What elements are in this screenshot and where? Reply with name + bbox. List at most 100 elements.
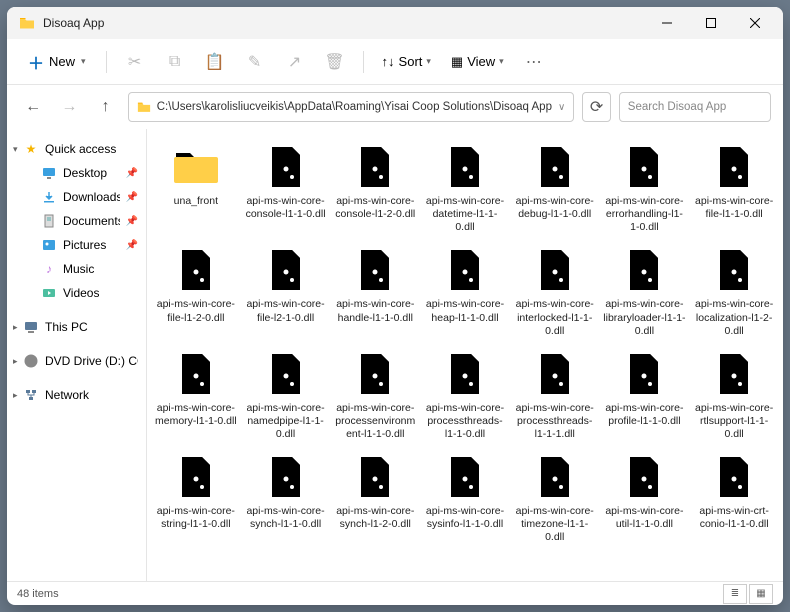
address-bar: ← → ↑ C:\Users\karolisliucveikis\AppData… xyxy=(7,85,783,129)
forward-button: → xyxy=(55,91,83,123)
chevron-right-icon[interactable]: ▸ xyxy=(13,322,23,333)
file-item[interactable]: api-ms-win-core-datetime-l1-1-0.dll xyxy=(420,139,510,238)
file-item[interactable]: api-ms-win-core-processenvironment-l1-1-… xyxy=(330,346,420,445)
chevron-down-icon: ▾ xyxy=(499,56,504,67)
picture-icon xyxy=(41,237,57,253)
file-item[interactable]: api-ms-win-core-processthreads-l1-1-0.dl… xyxy=(420,346,510,445)
file-name: api-ms-win-core-processthreads-l1-1-0.dl… xyxy=(423,402,507,441)
dll-file-icon xyxy=(620,453,668,501)
view-button[interactable]: ▦ View ▾ xyxy=(443,48,512,76)
rename-icon: ✎ xyxy=(237,44,273,80)
plus-icon: ＋ xyxy=(29,55,43,69)
dll-file-icon xyxy=(710,143,758,191)
file-item[interactable]: api-ms-win-core-debug-l1-1-0.dll xyxy=(510,139,600,238)
nav-documents[interactable]: Documents📌 xyxy=(7,209,146,233)
search-input[interactable]: Search Disoaq App xyxy=(619,92,771,122)
file-item[interactable]: api-ms-win-core-synch-l1-1-0.dll xyxy=(241,449,331,548)
file-name: api-ms-win-core-libraryloader-l1-1-0.dll xyxy=(602,298,686,337)
file-item[interactable]: api-ms-win-core-file-l1-1-0.dll xyxy=(689,139,779,238)
chevron-down-icon[interactable]: ▾ xyxy=(13,144,23,155)
refresh-button[interactable]: ⟳ xyxy=(582,92,610,122)
nav-label: Pictures xyxy=(63,238,106,252)
status-bar: 48 items ≣ ▦ xyxy=(7,581,783,605)
close-button[interactable] xyxy=(733,8,777,38)
minimize-button[interactable] xyxy=(645,8,689,38)
nav-label: This PC xyxy=(45,320,88,334)
file-name: api-ms-win-core-timezone-l1-1-0.dll xyxy=(513,505,597,544)
dll-file-icon xyxy=(531,143,579,191)
file-item[interactable]: api-ms-win-core-handle-l1-1-0.dll xyxy=(330,242,420,341)
file-item[interactable]: api-ms-win-core-localization-l1-2-0.dll xyxy=(689,242,779,341)
nav-quick-access[interactable]: ▾ ★ Quick access xyxy=(7,137,146,161)
nav-this-pc[interactable]: ▸ This PC xyxy=(7,315,146,339)
path-text: C:\Users\karolisliucveikis\AppData\Roami… xyxy=(157,101,552,113)
window-title: Disoaq App xyxy=(43,16,645,30)
dll-file-icon xyxy=(441,453,489,501)
file-item[interactable]: api-ms-win-core-sysinfo-l1-1-0.dll xyxy=(420,449,510,548)
chevron-down-icon: ▾ xyxy=(426,56,431,67)
file-item[interactable]: api-ms-win-core-timezone-l1-1-0.dll xyxy=(510,449,600,548)
file-item[interactable]: api-ms-win-core-namedpipe-l1-1-0.dll xyxy=(241,346,331,445)
file-name: api-ms-win-core-console-l1-1-0.dll xyxy=(244,195,328,233)
disc-icon xyxy=(23,353,39,369)
back-button[interactable]: ← xyxy=(19,91,47,123)
file-item[interactable]: api-ms-win-core-heap-l1-1-0.dll xyxy=(420,242,510,341)
file-item[interactable]: api-ms-win-core-memory-l1-1-0.dll xyxy=(151,346,241,445)
file-name: api-ms-win-core-profile-l1-1-0.dll xyxy=(602,402,686,440)
nav-downloads[interactable]: Downloads📌 xyxy=(7,185,146,209)
pin-icon: 📌 xyxy=(126,216,138,227)
file-item[interactable]: api-ms-win-core-console-l1-1-0.dll xyxy=(241,139,331,238)
file-item[interactable]: api-ms-win-core-processthreads-l1-1-1.dl… xyxy=(510,346,600,445)
more-button[interactable]: ⋯ xyxy=(516,44,552,80)
dll-file-icon xyxy=(262,453,310,501)
chevron-down-icon: ▾ xyxy=(81,56,86,67)
file-item[interactable]: api-ms-win-core-rtlsupport-l1-1-0.dll xyxy=(689,346,779,445)
dll-file-icon xyxy=(262,350,310,398)
file-item[interactable]: api-ms-win-core-file-l1-2-0.dll xyxy=(151,242,241,341)
nav-dvd[interactable]: ▸DVD Drive (D:) CCCC xyxy=(7,349,146,373)
new-button[interactable]: ＋ New ▾ xyxy=(19,48,96,75)
sort-label: Sort xyxy=(399,54,423,69)
nav-music[interactable]: ♪Music xyxy=(7,257,146,281)
file-item[interactable]: api-ms-win-core-util-l1-1-0.dll xyxy=(600,449,690,548)
file-item[interactable]: api-ms-win-core-synch-l1-2-0.dll xyxy=(330,449,420,548)
nav-label: Music xyxy=(63,262,94,276)
file-item[interactable]: api-ms-win-core-file-l2-1-0.dll xyxy=(241,242,331,341)
sort-button[interactable]: ↑↓ Sort ▾ xyxy=(374,48,439,75)
pin-icon: 📌 xyxy=(126,168,138,179)
file-item[interactable]: api-ms-win-core-libraryloader-l1-1-0.dll xyxy=(600,242,690,341)
nav-network[interactable]: ▸Network xyxy=(7,383,146,407)
maximize-button[interactable] xyxy=(689,8,733,38)
file-item[interactable]: api-ms-win-core-console-l1-2-0.dll xyxy=(330,139,420,238)
document-icon xyxy=(41,213,57,229)
path-input[interactable]: C:\Users\karolisliucveikis\AppData\Roami… xyxy=(128,92,575,122)
nav-videos[interactable]: Videos xyxy=(7,281,146,305)
folder-item[interactable]: una_front xyxy=(151,139,241,238)
chevron-right-icon[interactable]: ▸ xyxy=(13,356,23,367)
toolbar: ＋ New ▾ ✂ ⧉ 📋 ✎ ↗ 🗑 ↑↓ Sort ▾ ▦ View ▾ ⋯ xyxy=(7,39,783,85)
file-item[interactable]: api-ms-win-core-interlocked-l1-1-0.dll xyxy=(510,242,600,341)
new-label: New xyxy=(49,54,75,69)
up-button[interactable]: ↑ xyxy=(92,91,120,123)
sort-icon: ↑↓ xyxy=(382,54,395,69)
search-placeholder: Search Disoaq App xyxy=(628,101,726,113)
chevron-right-icon[interactable]: ▸ xyxy=(13,390,23,401)
dll-file-icon xyxy=(441,246,489,294)
file-item[interactable]: api-ms-win-core-profile-l1-1-0.dll xyxy=(600,346,690,445)
nav-pictures[interactable]: Pictures📌 xyxy=(7,233,146,257)
dll-file-icon xyxy=(351,453,399,501)
details-view-button[interactable]: ≣ xyxy=(723,584,747,604)
chevron-down-icon[interactable]: ∨ xyxy=(558,102,565,113)
dll-file-icon xyxy=(531,453,579,501)
file-name: api-ms-win-core-file-l1-2-0.dll xyxy=(154,298,238,336)
file-item[interactable]: api-ms-win-crt-conio-l1-1-0.dll xyxy=(689,449,779,548)
file-name: api-ms-win-core-heap-l1-1-0.dll xyxy=(423,298,507,336)
folder-icon xyxy=(137,100,151,114)
star-icon: ★ xyxy=(23,141,39,157)
icons-view-button[interactable]: ▦ xyxy=(749,584,773,604)
download-icon xyxy=(41,189,57,205)
file-name: api-ms-win-core-util-l1-1-0.dll xyxy=(602,505,686,543)
file-item[interactable]: api-ms-win-core-string-l1-1-0.dll xyxy=(151,449,241,548)
nav-desktop[interactable]: Desktop📌 xyxy=(7,161,146,185)
file-item[interactable]: api-ms-win-core-errorhandling-l1-1-0.dll xyxy=(600,139,690,238)
